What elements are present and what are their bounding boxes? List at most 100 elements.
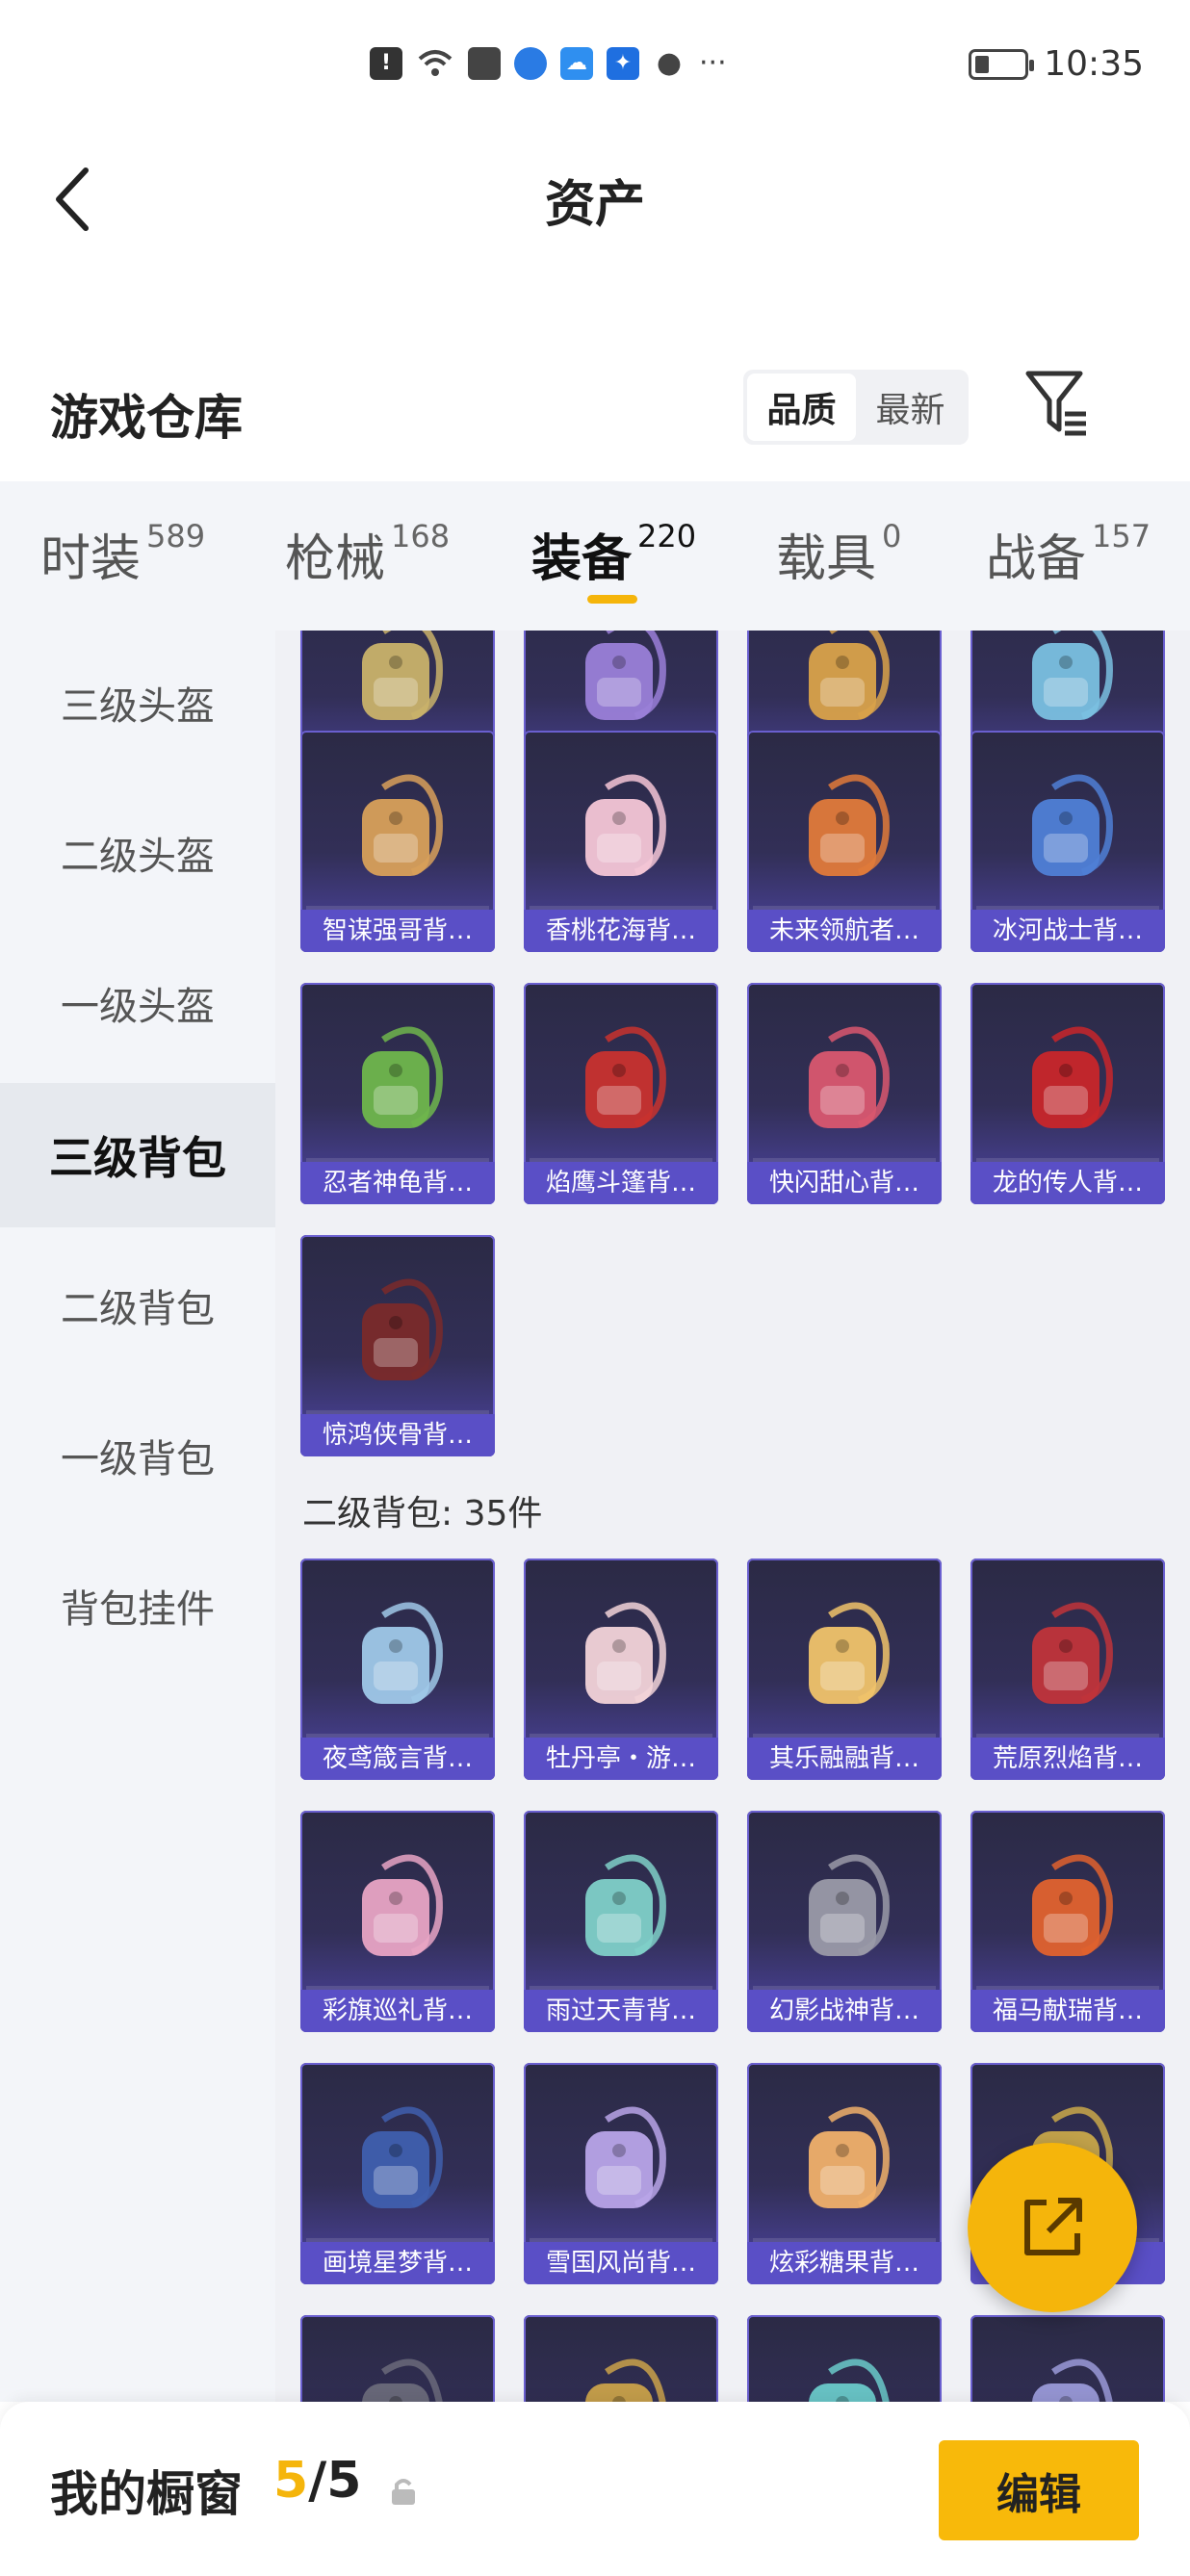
item-grid: 异域银装背…紫幽梦背包(…巴巴如意背…治愈之星背…智谋强哥背…香桃花海背…未来领… — [275, 631, 1190, 2402]
item-tile[interactable]: 幻影战神背… — [747, 1811, 942, 2032]
sort-quality-button[interactable]: 品质 — [747, 374, 856, 441]
sidebar-item-lv2-helmet[interactable]: 二级头盔 — [0, 781, 275, 925]
backpack-icon — [524, 731, 718, 912]
backpack-icon — [524, 983, 718, 1164]
backpack-icon — [747, 983, 942, 1164]
edit-button[interactable]: 编辑 — [939, 2440, 1139, 2540]
showcase-total: 5 — [326, 2452, 362, 2510]
wechat-icon: ● — [656, 46, 683, 80]
item-tile[interactable]: 福马献瑞背… — [970, 1811, 1165, 2032]
item-name: 未来领航者… — [747, 910, 942, 952]
item-tile[interactable]: 夜鸢箴言背… — [300, 1558, 495, 1780]
item-name: 荒原烈焰背… — [970, 1738, 1165, 1780]
sidebar-item-lv1-backpack[interactable]: 一级背包 — [0, 1383, 275, 1528]
item-name: 福马献瑞背… — [970, 1990, 1165, 2032]
item-tile[interactable]: 快闪甜心背… — [747, 983, 942, 1204]
wifi-icon — [418, 49, 453, 76]
item-tile[interactable]: 焰鹰斗篷背… — [524, 983, 718, 1204]
backpack-icon — [747, 2063, 942, 2244]
item-tile[interactable]: 香桃花海背… — [524, 731, 718, 952]
backpack-icon — [524, 1558, 718, 1739]
tab-equipment[interactable]: 装备 220 — [531, 518, 696, 590]
showcase-bar: 我的橱窗 5/5 编辑 — [0, 2402, 1190, 2576]
item-name: 焰鹰斗篷背… — [524, 1162, 718, 1204]
status-icons: ! ☁ ✦ ● ··· — [370, 46, 727, 80]
cloud-icon: ☁ — [560, 46, 593, 80]
backpack-icon — [300, 1558, 495, 1739]
tab-vehicles[interactable]: 载具 0 — [776, 518, 901, 590]
item-name: 香桃花海背… — [524, 910, 718, 952]
showcase-separator: / — [308, 2452, 327, 2510]
item-name: 炫彩糖果背… — [747, 2242, 942, 2284]
backpack-icon — [524, 2315, 718, 2402]
section-title: 游戏仓库 — [50, 390, 243, 446]
status-bar: ! ☁ ✦ ● ··· 10:35 — [0, 0, 1190, 135]
item-tile[interactable]: 惊鸿侠骨背… — [300, 1235, 495, 1456]
showcase-count: 5/5 — [273, 2452, 361, 2510]
sidebar-item-lv1-helmet[interactable]: 一级头盔 — [0, 931, 275, 1075]
tab-count: 168 — [391, 518, 451, 554]
backpack-icon — [747, 1811, 942, 1992]
showcase-title: 我的橱窗 — [50, 2466, 243, 2522]
item-name: 夜鸢箴言背… — [300, 1738, 495, 1780]
item-tile[interactable] — [747, 2315, 942, 2402]
app-icon — [468, 46, 501, 80]
item-name: 惊鸿侠骨背… — [300, 1414, 495, 1456]
item-tile[interactable]: 雪国风尚背… — [524, 2063, 718, 2284]
backpack-icon — [747, 1558, 942, 1739]
category-tabs: 时装 589 枪械 168 装备 220 载具 0 战备 157 — [0, 481, 1190, 631]
sidebar-item-lv3-backpack[interactable]: 三级背包 — [0, 1083, 275, 1227]
tab-count: 589 — [146, 518, 206, 554]
active-tab-indicator — [587, 595, 637, 604]
item-name: 幻影战神背… — [747, 1990, 942, 2032]
backpack-icon — [300, 731, 495, 912]
backpack-icon — [970, 983, 1165, 1164]
item-tile[interactable]: 龙的传人背… — [970, 983, 1165, 1204]
backpack-icon — [300, 1235, 495, 1416]
item-tile[interactable]: 牡丹亭・游… — [524, 1558, 718, 1780]
backpack-icon — [300, 2315, 495, 2402]
tab-fashion[interactable]: 时装 589 — [40, 518, 205, 590]
item-tile[interactable]: 未来领航者… — [747, 731, 942, 952]
tab-supplies[interactable]: 战备 157 — [986, 518, 1151, 590]
filter-button[interactable] — [1022, 366, 1092, 441]
sidebar: 三级头盔 二级头盔 一级头盔 三级背包 二级背包 一级背包 背包挂件 — [0, 631, 275, 2402]
alert-icon: ! — [370, 46, 402, 80]
item-tile[interactable]: 冰河战士背… — [970, 731, 1165, 952]
share-button[interactable] — [968, 2143, 1137, 2312]
item-name: 龙的传人背… — [970, 1162, 1165, 1204]
item-tile[interactable]: 画境星梦背… — [300, 2063, 495, 2284]
item-name: 雨过天青背… — [524, 1990, 718, 2032]
sort-newest-button[interactable]: 最新 — [856, 374, 965, 441]
sidebar-item-lv3-helmet[interactable]: 三级头盔 — [0, 631, 275, 775]
item-tile[interactable]: 智谋强哥背… — [300, 731, 495, 952]
item-tile[interactable] — [524, 2315, 718, 2402]
tab-count: 220 — [637, 518, 697, 554]
item-tile[interactable]: 荒原烈焰背… — [970, 1558, 1165, 1780]
backpack-icon — [970, 1558, 1165, 1739]
item-tile[interactable] — [300, 2315, 495, 2402]
battery-icon — [969, 48, 1035, 80]
status-right: 10:35 — [969, 44, 1144, 84]
tab-label: 枪械 — [285, 530, 386, 588]
item-tile[interactable]: 忍者神龟背… — [300, 983, 495, 1204]
tab-count: 157 — [1092, 518, 1151, 554]
item-tile[interactable]: 其乐融融背… — [747, 1558, 942, 1780]
backpack-icon — [970, 1811, 1165, 1992]
sidebar-item-backpack-charm[interactable]: 背包挂件 — [0, 1533, 275, 1678]
item-tile[interactable] — [970, 2315, 1165, 2402]
backpack-icon — [747, 731, 942, 912]
item-tile[interactable]: 雨过天青背… — [524, 1811, 718, 2032]
item-tile[interactable]: 炫彩糖果背… — [747, 2063, 942, 2284]
tab-label: 战备 — [986, 530, 1087, 588]
item-name: 智谋强哥背… — [300, 910, 495, 952]
item-name: 冰河战士背… — [970, 910, 1165, 952]
group-label-level2: 二级背包: 35件 — [302, 1494, 543, 1533]
item-tile[interactable]: 彩旗巡礼背… — [300, 1811, 495, 2032]
sidebar-item-lv2-backpack[interactable]: 二级背包 — [0, 1233, 275, 1378]
item-name: 牡丹亭・游… — [524, 1738, 718, 1780]
tab-label: 装备 — [531, 530, 633, 588]
tab-guns[interactable]: 枪械 168 — [285, 518, 450, 590]
share-icon — [1024, 2198, 1082, 2255]
backpack-icon — [970, 2315, 1165, 2402]
